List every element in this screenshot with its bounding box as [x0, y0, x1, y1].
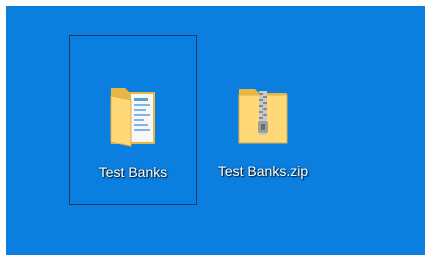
icon-label: Test Banks [98, 164, 168, 180]
desktop-icon-test-banks-zip[interactable]: Test Banks.zip [199, 35, 327, 205]
desktop-icon-test-banks[interactable]: Test Banks [69, 35, 197, 205]
desktop[interactable]: Test Banks Test Banks.zip [6, 6, 425, 255]
folder-icon [110, 88, 155, 147]
zip-folder-icon [238, 89, 288, 144]
icon-label: Test Banks.zip [217, 163, 309, 179]
